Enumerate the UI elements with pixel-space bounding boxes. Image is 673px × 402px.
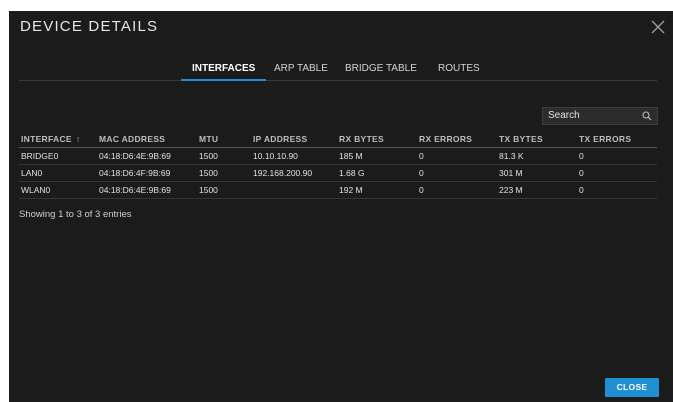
cell-mtu: 1500: [197, 164, 251, 182]
cell-tx-bytes: 223 M: [497, 181, 577, 199]
cell-mac-address: 04:18:D6:4F:9B:69: [97, 164, 197, 182]
header-mac-address[interactable]: MAC ADDRESS: [97, 131, 197, 148]
tab-bar: INTERFACES ARP TABLE BRIDGE TABLE ROUTES: [19, 63, 657, 81]
cell-rx-errors: 0: [417, 147, 497, 165]
table-row: WLAN0 04:18:D6:4E:9B:69 1500 192 M 0 223…: [19, 181, 657, 199]
table-header-row: INTERFACE ↑ MAC ADDRESS MTU IP ADDRESS RX…: [19, 131, 657, 148]
table-row: BRIDGE0 04:18:D6:4E:9B:69 1500 10.10.10.…: [19, 147, 657, 165]
cell-interface: WLAN0: [19, 181, 97, 199]
table-row: LAN0 04:18:D6:4F:9B:69 1500 192.168.200.…: [19, 164, 657, 182]
dialog-title: DEVICE DETAILS: [20, 18, 159, 35]
header-tx-errors[interactable]: TX ERRORS: [577, 131, 657, 148]
search-icon[interactable]: [642, 111, 652, 121]
tab-routes[interactable]: ROUTES: [438, 63, 480, 81]
cell-mtu: 1500: [197, 181, 251, 199]
interfaces-table: INTERFACE ↑ MAC ADDRESS MTU IP ADDRESS RX…: [19, 131, 657, 199]
cell-rx-errors: 0: [417, 181, 497, 199]
search-input[interactable]: Search: [542, 107, 658, 125]
device-details-dialog: DEVICE DETAILS INTERFACES ARP TABLE BRID…: [9, 11, 673, 402]
cell-ip-address: 192.168.200.90: [251, 164, 337, 182]
cell-ip-address: 10.10.10.90: [251, 147, 337, 165]
header-interface-label: INTERFACE: [21, 134, 72, 144]
tab-bridge-table[interactable]: BRIDGE TABLE: [345, 63, 417, 81]
search-placeholder: Search: [548, 110, 580, 121]
cell-tx-errors: 0: [577, 181, 657, 199]
header-ip-address[interactable]: IP ADDRESS: [251, 131, 337, 148]
cell-tx-errors: 0: [577, 164, 657, 182]
cell-rx-bytes: 185 M: [337, 147, 417, 165]
tab-arp-table[interactable]: ARP TABLE: [274, 63, 328, 81]
cell-interface: LAN0: [19, 164, 97, 182]
header-tx-bytes[interactable]: TX BYTES: [497, 131, 577, 148]
header-interface[interactable]: INTERFACE ↑: [19, 131, 97, 148]
sort-ascending-icon: ↑: [75, 134, 81, 144]
header-rx-errors[interactable]: RX ERRORS: [417, 131, 497, 148]
cell-mtu: 1500: [197, 147, 251, 165]
cell-ip-address: [251, 181, 337, 199]
cell-tx-bytes: 81.3 K: [497, 147, 577, 165]
cell-tx-errors: 0: [577, 147, 657, 165]
cell-interface: BRIDGE0: [19, 147, 97, 165]
close-button[interactable]: CLOSE: [605, 378, 659, 397]
cell-mac-address: 04:18:D6:4E:9B:69: [97, 147, 197, 165]
header-rx-bytes[interactable]: RX BYTES: [337, 131, 417, 148]
table-info: Showing 1 to 3 of 3 entries: [19, 209, 132, 220]
cell-tx-bytes: 301 M: [497, 164, 577, 182]
cell-rx-bytes: 192 M: [337, 181, 417, 199]
header-mtu[interactable]: MTU: [197, 131, 251, 148]
cell-rx-bytes: 1.68 G: [337, 164, 417, 182]
tab-interfaces[interactable]: INTERFACES: [180, 63, 267, 81]
cell-rx-errors: 0: [417, 164, 497, 182]
close-icon[interactable]: [649, 18, 667, 36]
cell-mac-address: 04:18:D6:4E:9B:69: [97, 181, 197, 199]
